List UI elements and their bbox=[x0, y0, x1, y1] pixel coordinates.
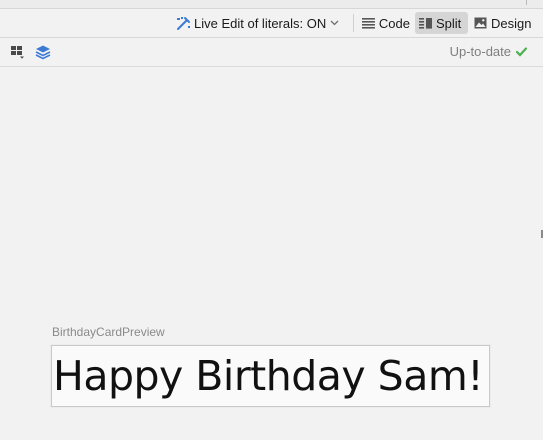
preview-status: Up-to-date bbox=[450, 44, 527, 59]
design-mode-button[interactable]: Design bbox=[470, 12, 536, 34]
image-icon bbox=[474, 17, 487, 29]
split-view-icon bbox=[419, 18, 432, 29]
code-mode-button[interactable]: Code bbox=[358, 12, 414, 34]
checkmark-icon bbox=[516, 46, 527, 57]
design-mode-label: Design bbox=[491, 15, 532, 31]
birthday-card-preview[interactable]: Happy Birthday Sam! bbox=[51, 345, 490, 407]
code-lines-icon bbox=[362, 18, 375, 29]
greeting-text: Happy Birthday Sam! bbox=[53, 352, 484, 400]
layout-options-icon[interactable] bbox=[10, 44, 28, 60]
toolbar-separator bbox=[353, 14, 354, 32]
code-mode-label: Code bbox=[378, 15, 410, 31]
design-preview-canvas[interactable]: BirthdayCardPreview Happy Birthday Sam! bbox=[0, 67, 543, 440]
status-label: Up-to-date bbox=[449, 44, 511, 59]
live-edit-dropdown[interactable]: Live Edit of literals: ON bbox=[176, 13, 342, 33]
layers-icon[interactable] bbox=[34, 44, 52, 60]
editor-mode-toolbar: Live Edit of literals: ON Code Split Des… bbox=[0, 9, 543, 38]
preview-toolbar: Up-to-date bbox=[0, 38, 543, 67]
split-mode-label: Split bbox=[436, 15, 462, 31]
split-mode-button[interactable]: Split bbox=[415, 12, 468, 34]
top-edge-strip bbox=[0, 0, 543, 9]
divider-tick bbox=[526, 0, 527, 5]
chevron-down-icon bbox=[330, 20, 339, 26]
live-edit-label: Live Edit of literals: ON bbox=[194, 15, 327, 31]
preview-name-label: BirthdayCardPreview bbox=[52, 325, 165, 339]
live-edit-icon bbox=[177, 16, 190, 30]
